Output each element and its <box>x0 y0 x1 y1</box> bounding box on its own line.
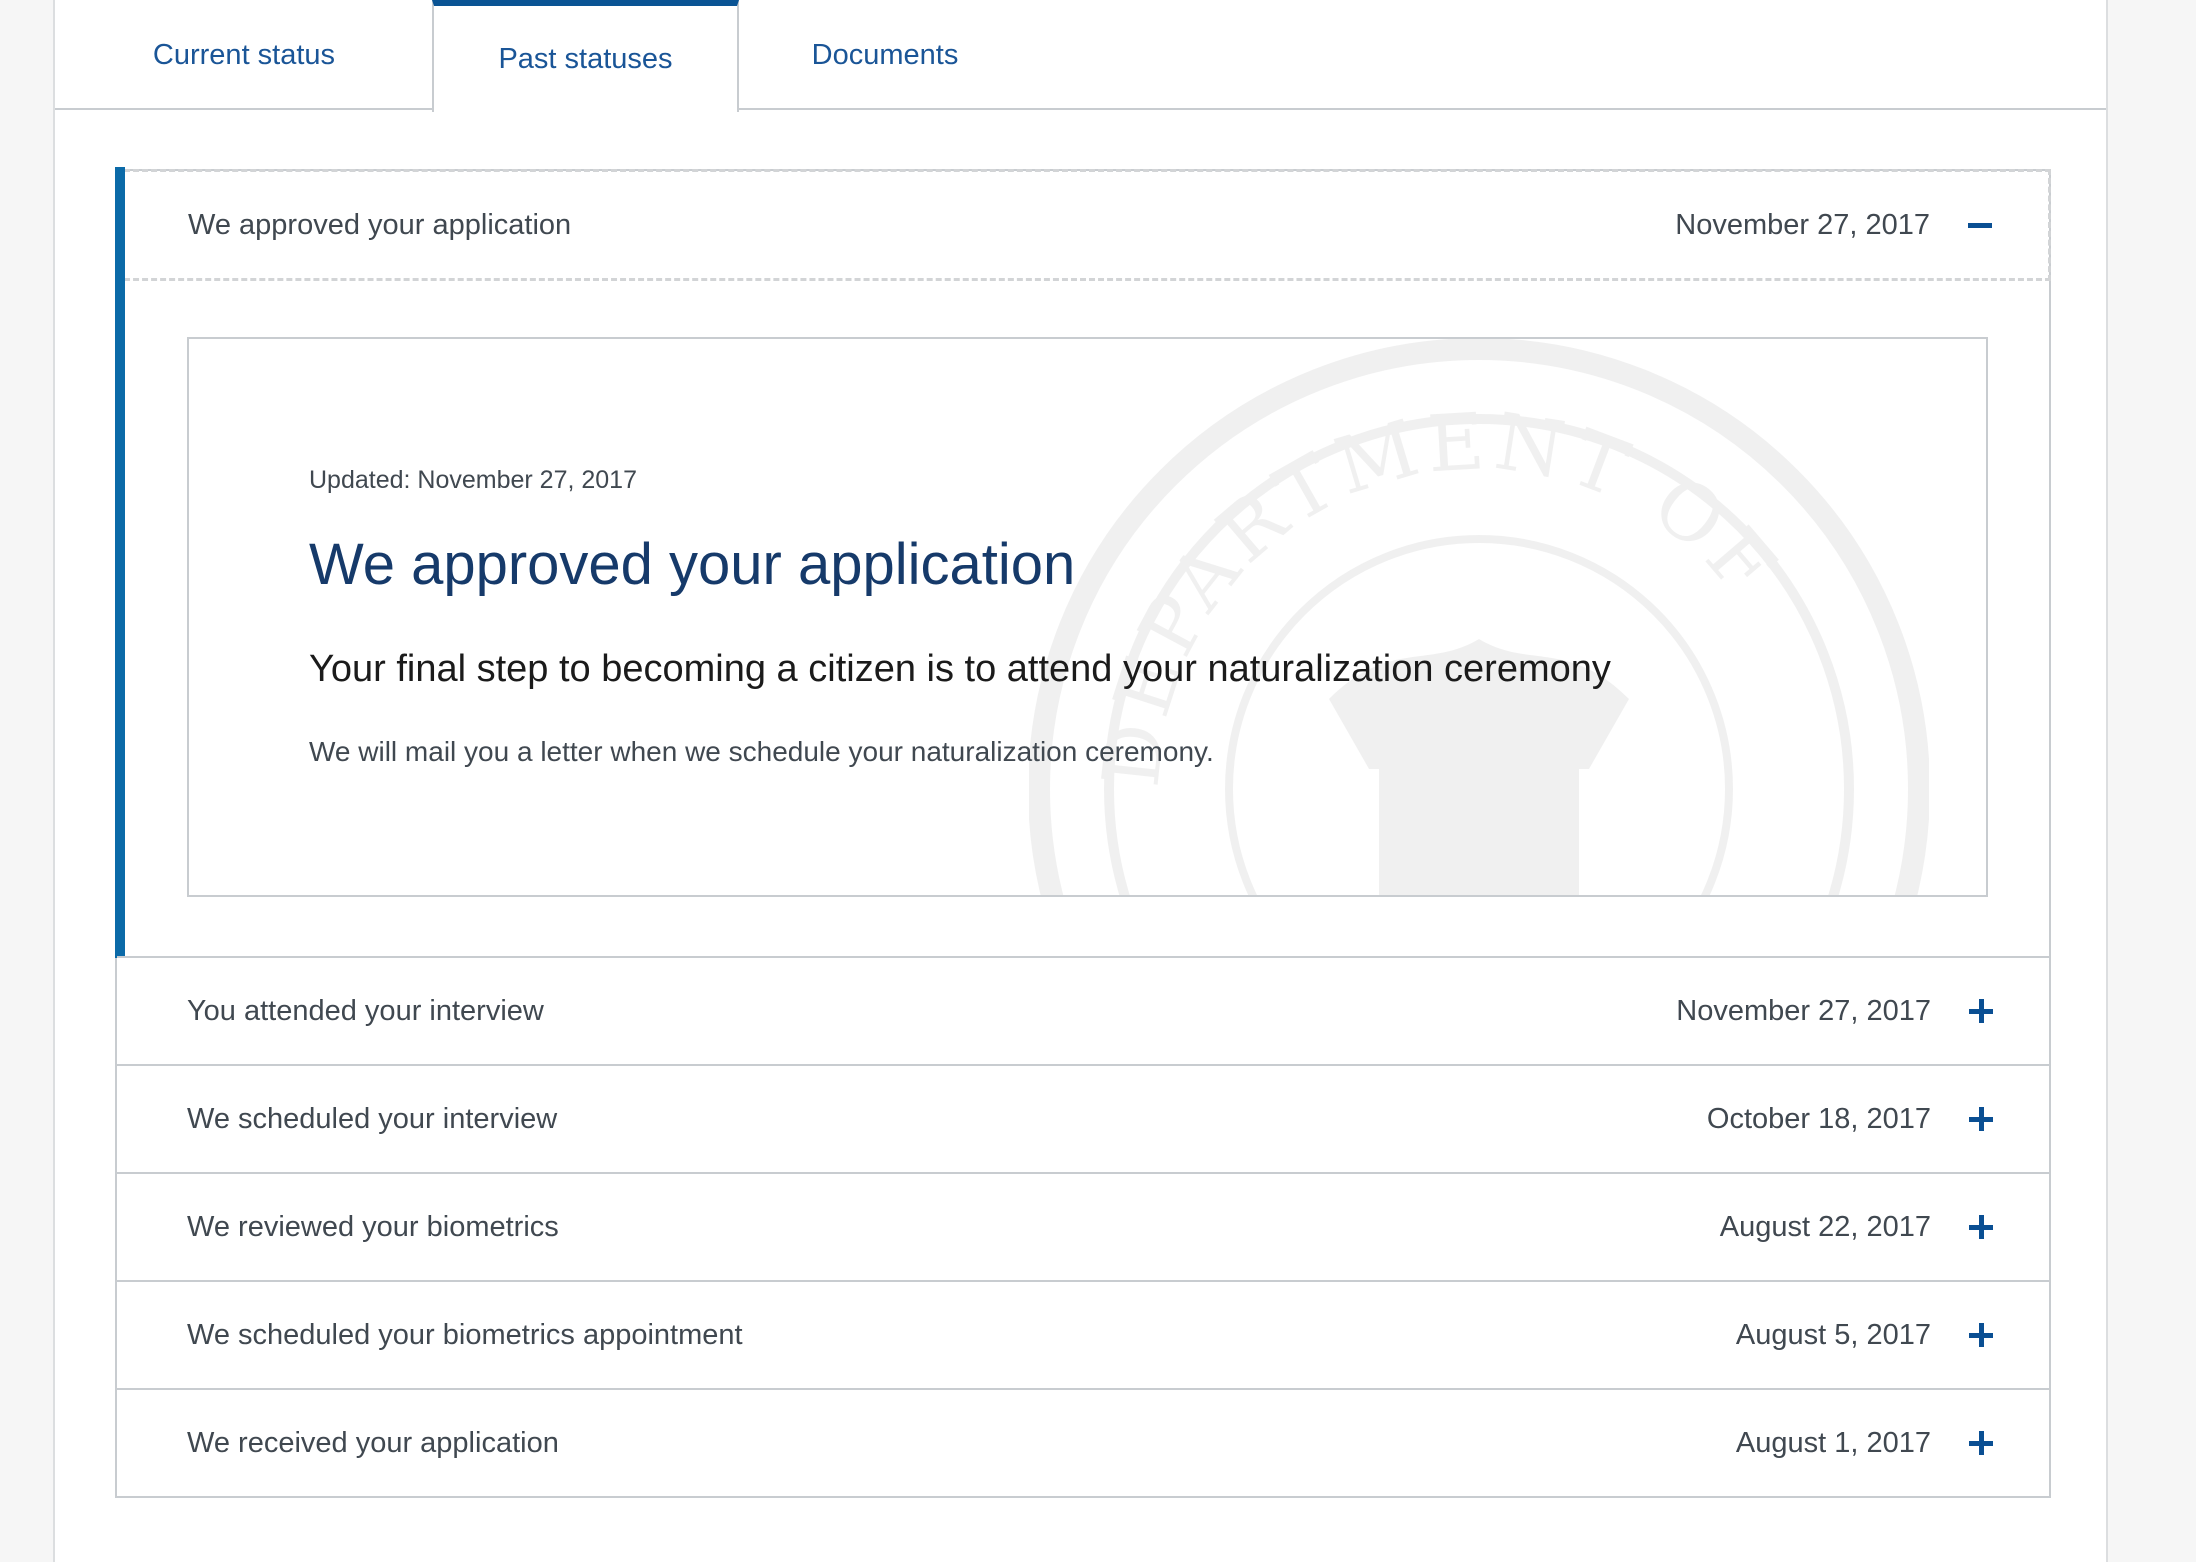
tab-documents[interactable]: Documents <box>739 0 1031 110</box>
tab-bar: Current status Past statuses Documents <box>55 0 2106 112</box>
status-panel: Current status Past statuses Documents W… <box>53 0 2108 1562</box>
status-history-accordion: We approved your application November 27… <box>115 167 2051 1498</box>
accordion-header[interactable]: We received your application August 1, 2… <box>117 1388 2049 1496</box>
accordion-item-title: We scheduled your biometrics appointment <box>187 1318 743 1351</box>
status-heading: We approved your application <box>309 532 1076 597</box>
accordion-item-title: We received your application <box>187 1426 559 1459</box>
minus-icon[interactable] <box>1966 211 1994 239</box>
department-seal-watermark: DEPARTMENT OF <box>1029 339 1929 895</box>
accordion-header[interactable]: We scheduled your biometrics appointment… <box>117 1280 2049 1388</box>
accordion-header[interactable]: We scheduled your interview October 18, … <box>117 1064 2049 1172</box>
accordion-item: We scheduled your interview October 18, … <box>117 1064 2049 1172</box>
accordion-item-date: August 22, 2017 <box>1719 1210 1931 1243</box>
plus-icon[interactable] <box>1967 1213 1995 1241</box>
accordion-header[interactable]: We reviewed your biometrics August 22, 2… <box>117 1172 2049 1280</box>
accordion-item-date: August 5, 2017 <box>1735 1318 1931 1351</box>
accordion-item-date: November 27, 2017 <box>1676 994 1931 1027</box>
tab-past-statuses[interactable]: Past statuses <box>432 0 739 112</box>
accordion-item-date: November 27, 2017 <box>1675 208 1930 241</box>
accordion-item-date: August 1, 2017 <box>1735 1426 1931 1459</box>
accordion-item-title: We scheduled your interview <box>187 1102 558 1135</box>
accordion-item-title: We reviewed your biometrics <box>187 1210 559 1243</box>
updated-date: Updated: November 27, 2017 <box>309 466 637 494</box>
accordion-body-approved: DEPARTMENT OF Updated: November 27, 2017… <box>115 167 2049 958</box>
plus-icon[interactable] <box>1967 1429 1995 1457</box>
accordion-item: We reviewed your biometrics August 22, 2… <box>117 1172 2049 1280</box>
plus-icon[interactable] <box>1967 1321 1995 1349</box>
status-description: We will mail you a letter when we schedu… <box>309 736 1214 767</box>
plus-icon[interactable] <box>1967 1105 1995 1133</box>
status-subheading: Your final step to becoming a citizen is… <box>309 648 1611 690</box>
accordion-item: We received your application August 1, 2… <box>117 1388 2049 1496</box>
active-accent-bar <box>115 167 125 958</box>
accordion-item-title: We approved your application <box>188 208 572 241</box>
tab-current-status[interactable]: Current status <box>55 0 433 110</box>
accordion-header-approved[interactable]: We approved your application November 27… <box>115 169 2051 281</box>
status-card: DEPARTMENT OF Updated: November 27, 2017… <box>187 337 1988 897</box>
accordion-header[interactable]: You attended your interview November 27,… <box>117 956 2049 1064</box>
accordion-item-approved: We approved your application November 27… <box>115 167 2051 958</box>
accordion-item: You attended your interview November 27,… <box>117 956 2049 1064</box>
accordion-item: We scheduled your biometrics appointment… <box>117 1280 2049 1388</box>
accordion-item-date: October 18, 2017 <box>1706 1102 1931 1135</box>
plus-icon[interactable] <box>1967 997 1995 1025</box>
accordion-item-title: You attended your interview <box>187 994 544 1027</box>
